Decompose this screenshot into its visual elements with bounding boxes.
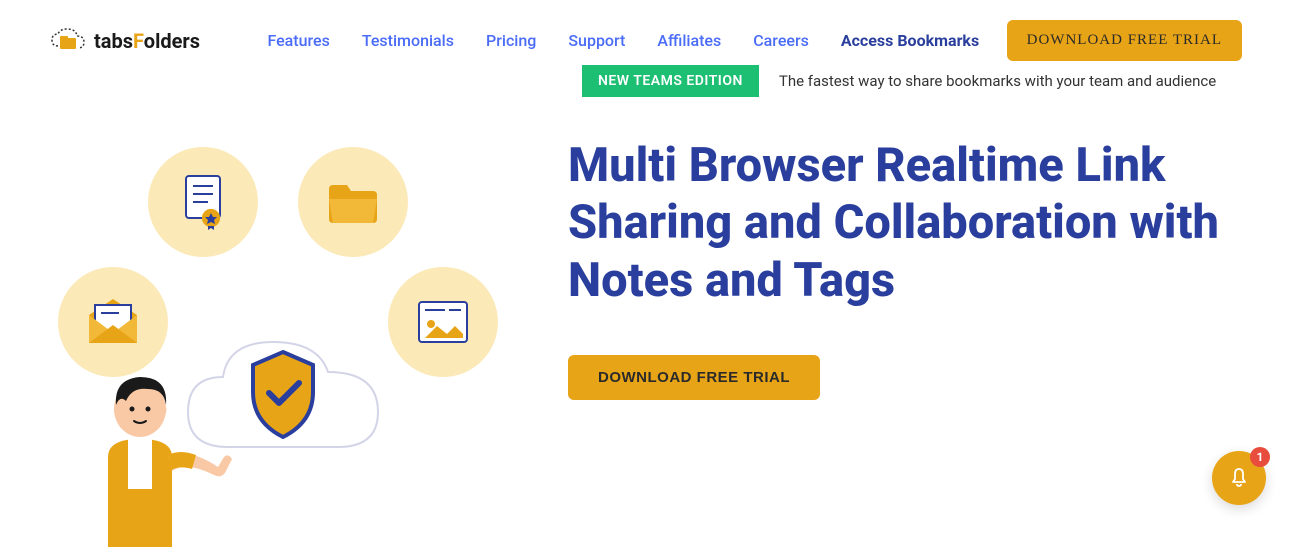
nav-support[interactable]: Support xyxy=(568,31,625,50)
envelope-bubble-icon xyxy=(58,267,168,377)
nav-access-bookmarks[interactable]: Access Bookmarks xyxy=(841,31,979,50)
tagline-text: The fastest way to share bookmarks with … xyxy=(779,72,1216,90)
nav-features[interactable]: Features xyxy=(267,31,329,50)
notification-count-badge: 1 xyxy=(1250,447,1270,467)
logo[interactable]: tabsFolders xyxy=(48,26,200,56)
hero-illustration xyxy=(48,117,508,517)
folder-bubble-icon xyxy=(298,147,408,257)
image-bubble-icon xyxy=(388,267,498,377)
document-bubble-icon xyxy=(148,147,258,257)
main-nav: Features Testimonials Pricing Support Af… xyxy=(264,31,983,50)
cloud-folder-icon xyxy=(48,26,88,56)
bell-icon xyxy=(1227,466,1251,490)
logo-text: tabsFolders xyxy=(94,29,200,53)
hero-headline: Multi Browser Realtime Link Sharing and … xyxy=(568,137,1242,309)
nav-affiliates[interactable]: Affiliates xyxy=(657,31,721,50)
download-trial-hero-button[interactable]: DOWNLOAD FREE TRIAL xyxy=(568,355,820,400)
nav-testimonials[interactable]: Testimonials xyxy=(362,31,454,50)
download-trial-header-button[interactable]: DOWNLOAD FREE TRIAL xyxy=(1007,20,1242,61)
nav-careers[interactable]: Careers xyxy=(753,31,809,50)
person-icon xyxy=(68,367,268,547)
notification-fab[interactable]: 1 xyxy=(1212,451,1266,505)
teams-edition-badge: NEW TEAMS EDITION xyxy=(582,65,759,97)
nav-pricing[interactable]: Pricing xyxy=(486,31,536,50)
